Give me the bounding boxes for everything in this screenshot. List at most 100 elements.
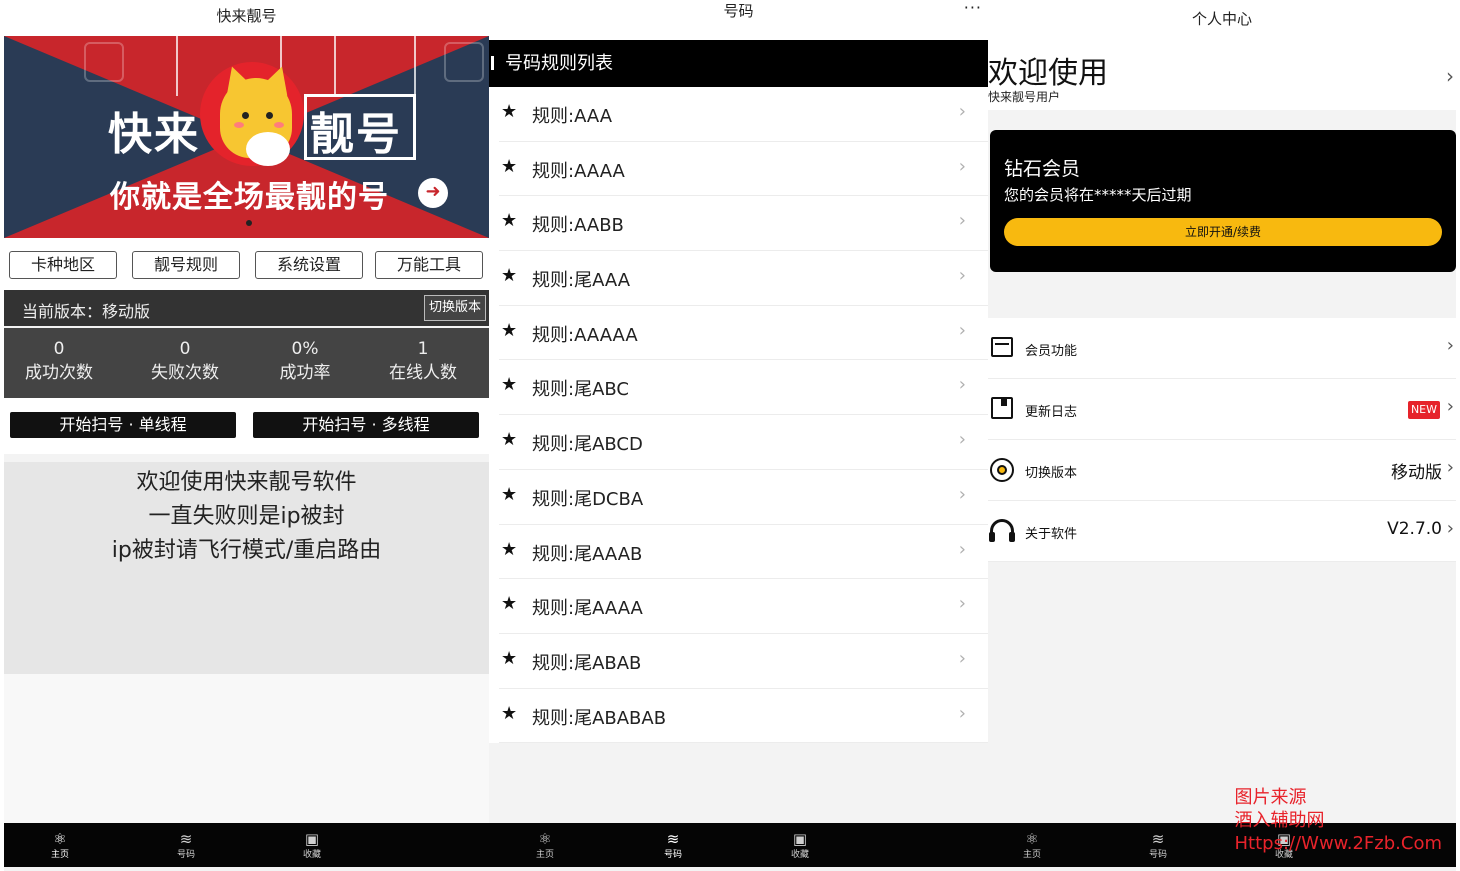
profile-menu: 会员功能 › 更新日志 NEW › 切换版本 移动版 › 关于软件 V2.7.0… — [988, 318, 1456, 562]
tab-bar: ⚛ 主页 ≋ 号码 ▣ 收藏 — [4, 823, 489, 867]
stat-value: 0 — [179, 339, 191, 359]
rule-list-item[interactable]: ★ 规则:尾AAAA › — [499, 579, 988, 634]
star-icon: ★ — [501, 155, 518, 177]
rule-list-item[interactable]: ★ 规则:AAA › — [499, 87, 988, 142]
tab-label: 主页 — [50, 850, 69, 860]
atom-icon: ⚛ — [53, 830, 67, 848]
vip-title: 钻石会员 — [1004, 158, 1081, 180]
stat-value: 0% — [291, 339, 319, 359]
tab-numbers[interactable]: ≋ 号码 — [1128, 829, 1188, 861]
scan-action-row: 开始扫号 · 单线程 开始扫号 · 多线程 — [4, 398, 489, 454]
rule-label: 规则:尾DCBA — [532, 488, 644, 510]
chevron-right-icon: › — [1446, 335, 1454, 356]
stats-panel: 0 成功次数 0 失败次数 0% 成功率 1 在线人数 — [4, 328, 489, 398]
rule-list-item[interactable]: ★ 规则:AABB › — [499, 196, 988, 252]
chevron-right-icon: › — [958, 319, 966, 341]
tab-label: 主页 — [1022, 850, 1041, 860]
rule-label: 规则:尾AAAA — [532, 598, 643, 620]
scan-multi-thread-button[interactable]: 开始扫号 · 多线程 — [253, 412, 479, 438]
rule-label: 规则:AAA — [532, 106, 613, 127]
tab-favorites[interactable]: ▣ 收藏 — [282, 829, 342, 861]
tab-label: 号码 — [1148, 850, 1167, 860]
banner-watermark — [444, 42, 484, 82]
tab-home[interactable]: ⚛ 主页 — [515, 829, 575, 861]
rules-button[interactable]: 靓号规则 — [132, 251, 240, 279]
rules-screen: 号码 ··· 号码规则列表 ★ 规则:AAA › ★ 规则:AAAA › ★ 规则:AABB ›… — [489, 0, 988, 871]
star-icon: ★ — [501, 538, 518, 560]
chevron-right-icon: › — [958, 647, 966, 669]
more-icon[interactable]: ··· — [964, 0, 982, 16]
banner-title-right: 靓号 — [310, 109, 402, 160]
rules-list-header: 号码规则列表 — [489, 40, 988, 87]
star-icon: ★ — [501, 647, 518, 669]
current-version-label: 当前版本：移动版 — [22, 302, 151, 321]
bookmark-book-icon — [988, 395, 1016, 423]
rule-list-item[interactable]: ★ 规则:尾AAAB › — [499, 525, 988, 580]
rule-list-item[interactable]: ★ 规则:尾ABAB › — [499, 634, 988, 689]
rule-list-item[interactable]: ★ 规则:尾ABABAB › — [499, 689, 988, 744]
layers-icon: ≋ — [1151, 830, 1165, 848]
chevron-right-icon: › — [958, 374, 966, 396]
stat-value: 1 — [417, 339, 429, 359]
headphones-icon — [988, 517, 1016, 545]
notice-line: ip被封请飞行模式/重启路由 — [111, 538, 382, 563]
rule-label: 规则:尾ABAB — [532, 652, 642, 674]
layers-icon: ≋ — [666, 830, 680, 848]
rule-label: 规则:尾ABABAB — [532, 707, 667, 729]
switch-version-button[interactable]: 切换版本 — [423, 295, 486, 321]
menu-item-about[interactable]: 关于软件 V2.7.0 › — [988, 501, 1456, 562]
rules-list: ★ 规则:AAA › ★ 规则:AAAA › ★ 规则:AABB › ★ 规则:尾AAA › ★ 规则:A… — [489, 87, 988, 744]
star-icon: ★ — [501, 374, 518, 396]
tab-home[interactable]: ⚛ 主页 — [1002, 829, 1062, 861]
star-icon: ★ — [501, 210, 518, 232]
chevron-right-icon: › — [958, 483, 966, 505]
bookmark-icon: ▣ — [792, 830, 808, 848]
tab-favorites[interactable]: ▣ 收藏 — [770, 829, 830, 861]
renew-vip-button[interactable]: 立即开通/续费 — [1004, 218, 1442, 246]
rule-list-item[interactable]: ★ 规则:AAAA › — [499, 142, 988, 197]
star-icon: ★ — [501, 483, 518, 505]
rule-list-item[interactable]: ★ 规则:尾ABC › — [499, 360, 988, 416]
chevron-right-icon: › — [958, 702, 966, 724]
carousel-dot[interactable] — [246, 220, 252, 226]
tab-home[interactable]: ⚛ 主页 — [30, 829, 90, 861]
welcome-card[interactable]: 欢迎使用 快来靓号用户 › — [988, 40, 1456, 110]
menu-item-label: 更新日志 — [1025, 405, 1078, 420]
tools-button[interactable]: 万能工具 — [375, 251, 483, 279]
tab-numbers[interactable]: ≋ 号码 — [156, 829, 216, 861]
version-bar: 当前版本：移动版 切换版本 — [4, 290, 489, 326]
rule-list-item[interactable]: ★ 规则:尾DCBA › — [499, 470, 988, 525]
rule-label: 规则:AAAA — [532, 160, 625, 182]
menu-item-label: 会员功能 — [1025, 344, 1078, 359]
promo-banner[interactable]: 快来 靓号 你就是全场最靓的号 ➜ — [4, 36, 489, 238]
rule-list-item[interactable]: ★ 规则:尾ABCD › — [499, 415, 988, 470]
star-icon: ★ — [501, 101, 518, 122]
tab-label: 号码 — [176, 850, 195, 860]
menu-item-value: V2.7.0 — [1387, 519, 1442, 539]
stat-label: 失败次数 — [151, 363, 219, 383]
tab-label: 主页 — [535, 850, 554, 860]
stat-label: 成功率 — [279, 363, 331, 383]
notice-panel: 欢迎使用快来靓号软件 一直失败则是ip被封 ip被封请飞行模式/重启路由 — [4, 462, 489, 674]
rule-list-item[interactable]: ★ 规则:尾AAA › — [499, 251, 988, 306]
arrow-right-icon[interactable]: ➜ — [418, 178, 448, 208]
menu-item-switch-version[interactable]: 切换版本 移动版 › — [988, 440, 1456, 501]
chevron-right-icon: › — [1446, 518, 1454, 539]
rule-list-item[interactable]: ★ 规则:AAAAA › — [499, 306, 988, 361]
scan-single-thread-button[interactable]: 开始扫号 · 单线程 — [10, 412, 236, 438]
username: 快来靓号用户 — [988, 90, 1061, 104]
star-icon: ★ — [501, 265, 518, 287]
stat-online: 1 在线人数 — [368, 338, 478, 386]
stat-label: 成功次数 — [25, 363, 93, 383]
content-spacer — [4, 674, 489, 824]
bookmark-icon: ▣ — [304, 830, 320, 848]
new-badge: NEW — [1407, 401, 1440, 419]
menu-item-vip-features[interactable]: 会员功能 › — [988, 318, 1456, 379]
region-button[interactable]: 卡种地区 — [9, 251, 117, 279]
star-icon: ★ — [501, 702, 518, 724]
settings-button[interactable]: 系统设置 — [255, 251, 363, 279]
menu-item-changelog[interactable]: 更新日志 NEW › — [988, 379, 1456, 440]
tab-numbers[interactable]: ≋ 号码 — [643, 829, 703, 861]
atom-icon: ⚛ — [538, 830, 552, 848]
chevron-right-icon: › — [1446, 64, 1454, 88]
